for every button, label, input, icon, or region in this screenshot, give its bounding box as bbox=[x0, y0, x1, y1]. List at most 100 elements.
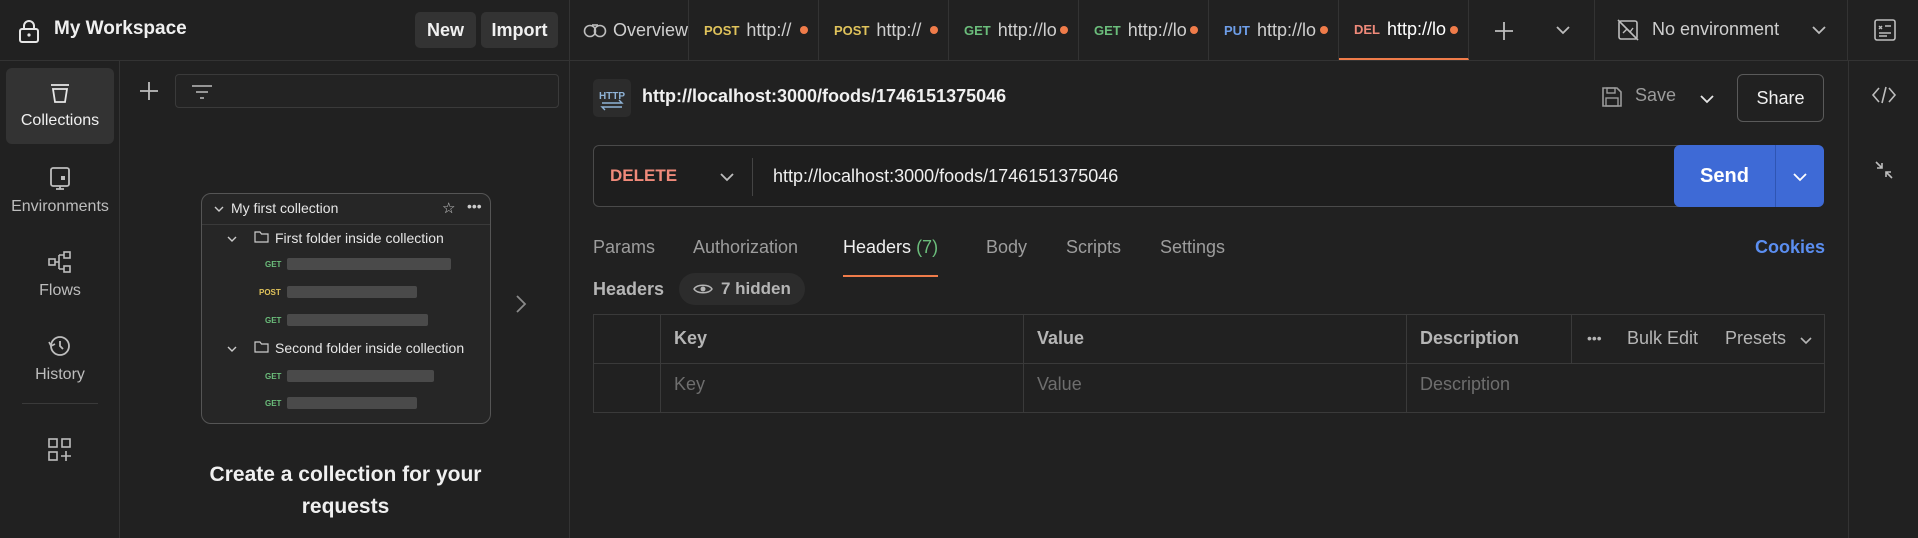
unsaved-dot-icon bbox=[800, 26, 808, 34]
tab-label: http://lo bbox=[1387, 18, 1447, 39]
divider bbox=[1775, 145, 1776, 207]
tab-method: GET bbox=[1094, 22, 1121, 38]
header-key-input[interactable]: Key bbox=[674, 374, 705, 395]
history-icon bbox=[48, 336, 70, 356]
method-select[interactable]: DELETE bbox=[610, 166, 677, 186]
tab-request[interactable]: GET http://lo bbox=[949, 0, 1079, 60]
column-header-description: Description bbox=[1420, 328, 1520, 348]
hidden-count: 7 hidden bbox=[721, 279, 791, 298]
no-environment-icon bbox=[1617, 19, 1639, 41]
configure-sidebar-icon[interactable] bbox=[47, 437, 73, 463]
new-button[interactable]: New bbox=[415, 12, 476, 48]
tab-overview[interactable]: Overview bbox=[571, 0, 689, 60]
bulk-edit-button[interactable]: Bulk Edit bbox=[1627, 328, 1698, 349]
sidebar-item-environments[interactable]: Environments bbox=[6, 153, 114, 229]
chevron-right-icon[interactable] bbox=[515, 294, 527, 314]
chevron-down-icon bbox=[227, 236, 237, 242]
tab-request[interactable]: POST http:// bbox=[689, 0, 819, 60]
save-button[interactable]: Save bbox=[1635, 85, 1676, 106]
chevron-down-icon bbox=[214, 206, 224, 212]
cookies-link[interactable]: Cookies bbox=[1755, 231, 1825, 263]
send-button-group: Send bbox=[1674, 145, 1824, 207]
chevron-down-icon[interactable] bbox=[719, 171, 735, 183]
presets-dropdown[interactable]: Presets bbox=[1725, 328, 1786, 349]
chevron-down-icon[interactable] bbox=[1699, 93, 1715, 105]
send-button[interactable]: Send bbox=[1674, 145, 1775, 207]
filter-icon bbox=[192, 85, 212, 99]
tab-label: http:// bbox=[876, 19, 922, 40]
tab-label: Overview bbox=[612, 19, 688, 40]
folder-icon bbox=[254, 341, 269, 353]
environments-icon bbox=[50, 167, 70, 190]
more-icon[interactable]: ••• bbox=[1587, 330, 1602, 346]
folder-name: First folder inside collection bbox=[275, 230, 444, 246]
divider bbox=[202, 224, 490, 225]
folder-name: Second folder inside collection bbox=[275, 340, 465, 356]
lock-icon bbox=[19, 20, 39, 43]
sidebar-item-collections[interactable]: Collections bbox=[6, 68, 114, 144]
chevron-down-icon[interactable] bbox=[1792, 171, 1808, 183]
postman-app: My Workspace New Import Overview POST ht… bbox=[0, 0, 1918, 538]
tab-method: DEL bbox=[1354, 21, 1380, 37]
overview-icon bbox=[583, 24, 607, 38]
empty-state-title: Create a collection for your requests bbox=[121, 459, 570, 523]
tab-request[interactable]: GET http://lo bbox=[1079, 0, 1209, 60]
tab-request[interactable]: PUT http://lo bbox=[1209, 0, 1339, 60]
environment-selector[interactable]: No environment bbox=[1594, 0, 1848, 60]
environment-quick-look-icon[interactable] bbox=[1873, 18, 1897, 42]
collection-illustration: My first collection ☆ ••• First folder i… bbox=[201, 193, 491, 424]
request-title[interactable]: http://localhost:3000/foods/174615137504… bbox=[642, 86, 1006, 107]
tab-request[interactable]: POST http:// bbox=[819, 0, 949, 60]
tab-method: POST bbox=[834, 22, 870, 38]
tab-headers[interactable]: Headers (7) bbox=[843, 231, 939, 277]
add-icon[interactable] bbox=[139, 81, 159, 101]
header-value-input[interactable]: Value bbox=[1037, 374, 1082, 395]
url-bar: DELETE http://localhost:3000/foods/17461… bbox=[593, 145, 1684, 207]
tab-method: POST bbox=[704, 22, 740, 38]
presets-label: Presets bbox=[1725, 328, 1787, 348]
workspace-header: My Workspace New Import bbox=[0, 0, 570, 61]
method-badge: GET bbox=[265, 372, 282, 381]
method-badge: POST bbox=[259, 288, 281, 297]
sidebar-item-flows[interactable]: Flows bbox=[6, 237, 114, 313]
tab-request-active[interactable]: DEL http://lo bbox=[1339, 0, 1469, 60]
flows-icon bbox=[48, 251, 71, 273]
workspace-title[interactable]: My Workspace bbox=[54, 18, 187, 40]
sidebar-item-history[interactable]: History bbox=[6, 321, 114, 397]
filter-input[interactable] bbox=[175, 74, 559, 108]
code-icon[interactable] bbox=[1871, 85, 1897, 105]
related-collections-icon[interactable] bbox=[1874, 160, 1894, 180]
chevron-down-icon bbox=[1800, 337, 1812, 345]
star-icon: ☆ bbox=[442, 200, 456, 217]
svg-text:HTTP: HTTP bbox=[599, 91, 625, 102]
unsaved-dot-icon bbox=[930, 26, 938, 34]
headers-count: (7) bbox=[916, 237, 939, 257]
tab-headers-label: Headers bbox=[843, 237, 912, 257]
eye-icon bbox=[693, 284, 713, 294]
chevron-down-icon[interactable] bbox=[1555, 24, 1571, 36]
tab-authorization[interactable]: Authorization bbox=[693, 231, 798, 277]
divider bbox=[1571, 315, 1572, 363]
tab-scripts[interactable]: Scripts bbox=[1066, 231, 1121, 277]
share-button[interactable]: Share bbox=[1737, 74, 1824, 122]
folder-icon bbox=[254, 231, 269, 243]
sidebar-item-label: Collections bbox=[20, 112, 100, 129]
header-description-input[interactable]: Description bbox=[1420, 374, 1510, 395]
tab-method: GET bbox=[964, 22, 991, 38]
url-input[interactable]: http://localhost:3000/foods/174615137504… bbox=[773, 166, 1118, 187]
chevron-down-icon bbox=[1812, 26, 1826, 35]
collections-sidebar: My first collection ☆ ••• First folder i… bbox=[121, 61, 570, 538]
request-editor: HTTP http://localhost:3000/foods/1746151… bbox=[571, 61, 1847, 538]
divider bbox=[594, 363, 1824, 364]
method-badge: GET bbox=[265, 316, 282, 325]
import-button[interactable]: Import bbox=[481, 12, 558, 48]
empty-state-line: Create a collection for your bbox=[209, 463, 482, 486]
right-rail bbox=[1848, 61, 1918, 538]
placeholder-bar bbox=[287, 314, 428, 326]
add-tab-icon[interactable] bbox=[1493, 20, 1515, 42]
tab-params[interactable]: Params bbox=[593, 231, 655, 277]
tab-body[interactable]: Body bbox=[986, 231, 1027, 277]
placeholder-bar bbox=[287, 258, 451, 270]
hidden-headers-toggle[interactable]: 7 hidden bbox=[679, 273, 805, 305]
tab-settings[interactable]: Settings bbox=[1160, 231, 1225, 277]
